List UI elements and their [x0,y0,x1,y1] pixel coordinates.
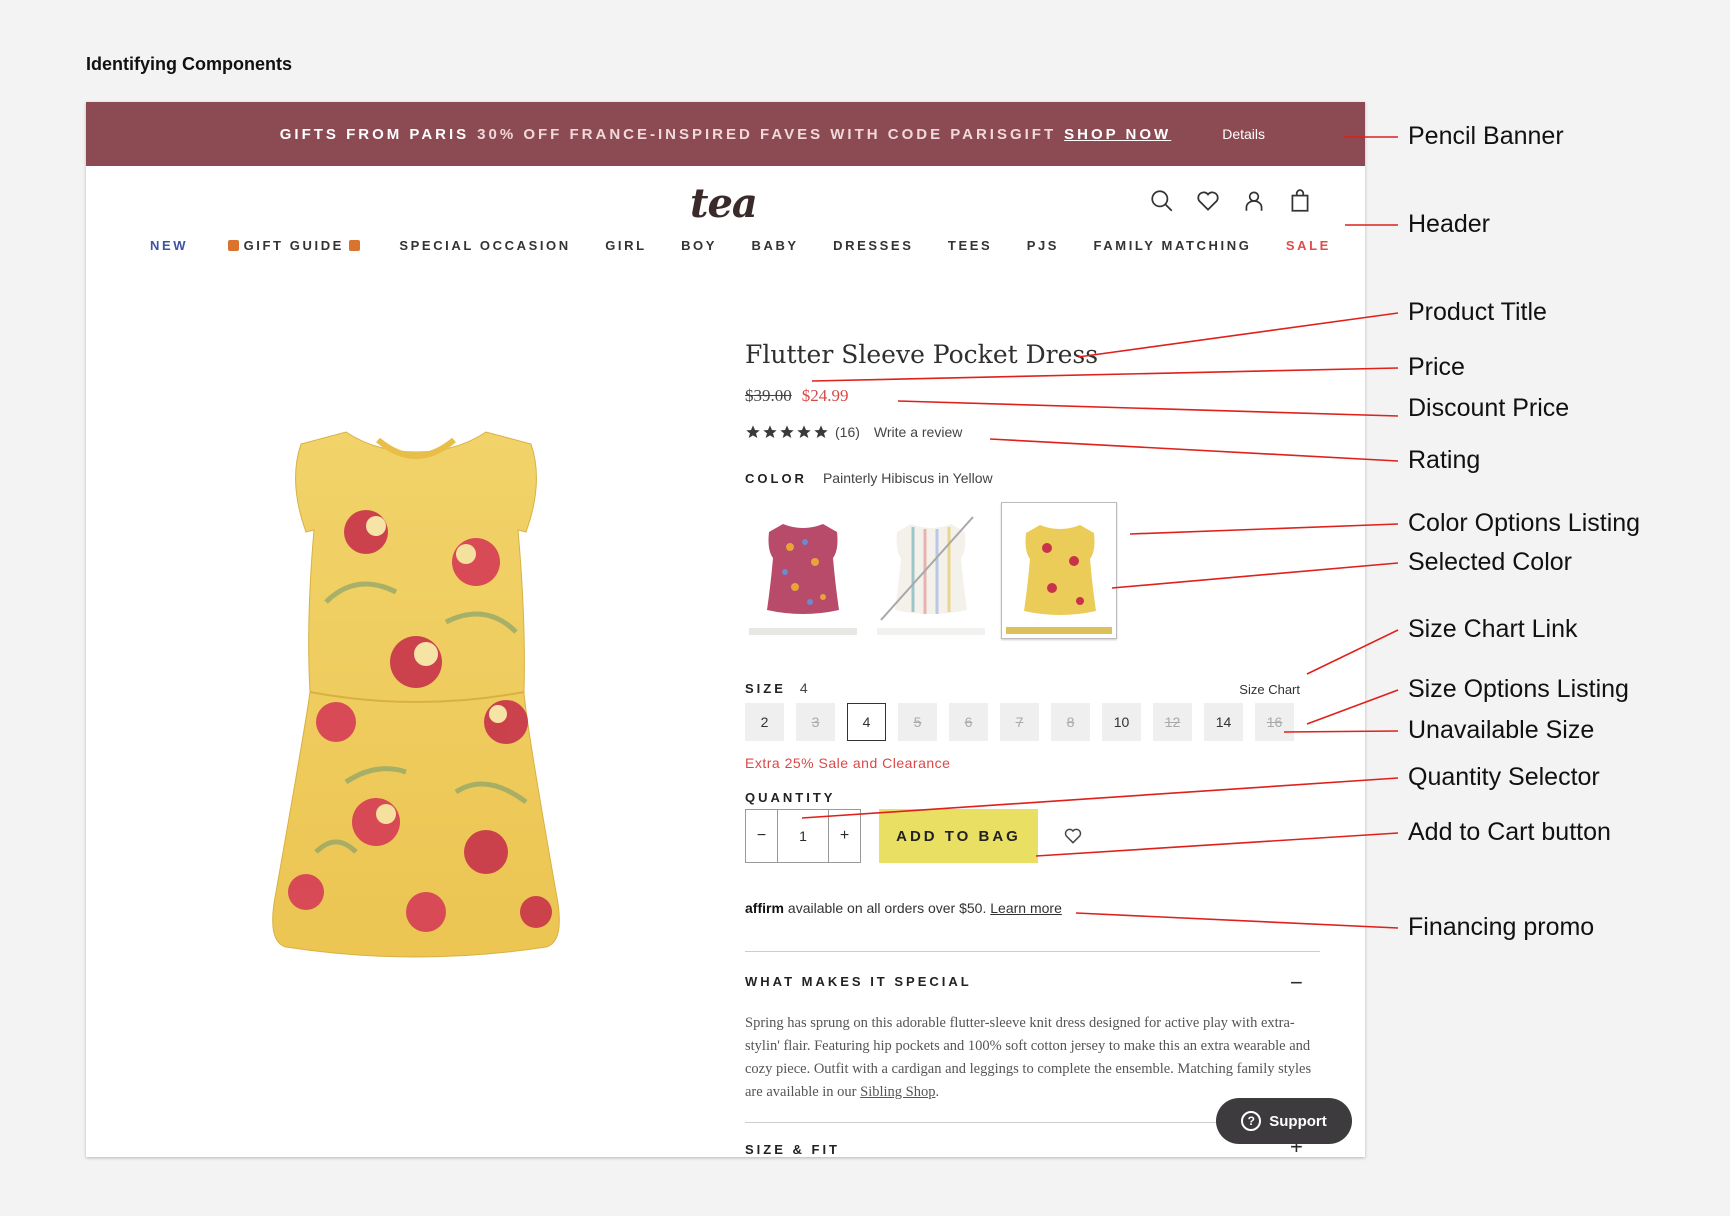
annotation-line [1075,912,1399,929]
annotation-quantity-selector: Quantity Selector [1408,763,1600,791]
annotation-line [1306,689,1399,725]
annotation-lines [801,136,1399,929]
annotation-discount-price: Discount Price [1408,394,1570,422]
annotation-rating: Rating [1408,446,1481,474]
annotation-product-title: Product Title [1408,298,1547,326]
annotation-line [801,777,1399,819]
annotation-header: Header [1408,210,1490,238]
annotation-unavailable-size: Unavailable Size [1408,716,1595,744]
annotation-color-options: Color Options Listing [1408,509,1641,537]
annotation-line [1306,629,1399,675]
annotation-line [1035,832,1399,857]
annotation-line [811,367,1399,382]
annotation-pencil-banner: Pencil Banner [1408,122,1564,150]
annotation-selected-color: Selected Color [1408,548,1572,576]
annotation-line [897,400,1399,417]
annotation-size-options: Size Options Listing [1408,675,1629,703]
annotation-line [1111,562,1399,589]
annotation-add-to-cart: Add to Cart button [1408,818,1611,846]
annotation-line [1077,312,1399,358]
annotation-line [989,438,1399,462]
annotation-line [1283,730,1399,733]
annotation-price: Price [1408,353,1465,381]
annotation-size-chart-link: Size Chart Link [1408,615,1578,643]
annotation-line [1129,523,1399,535]
annotation-financing-promo: Financing promo [1408,913,1595,941]
